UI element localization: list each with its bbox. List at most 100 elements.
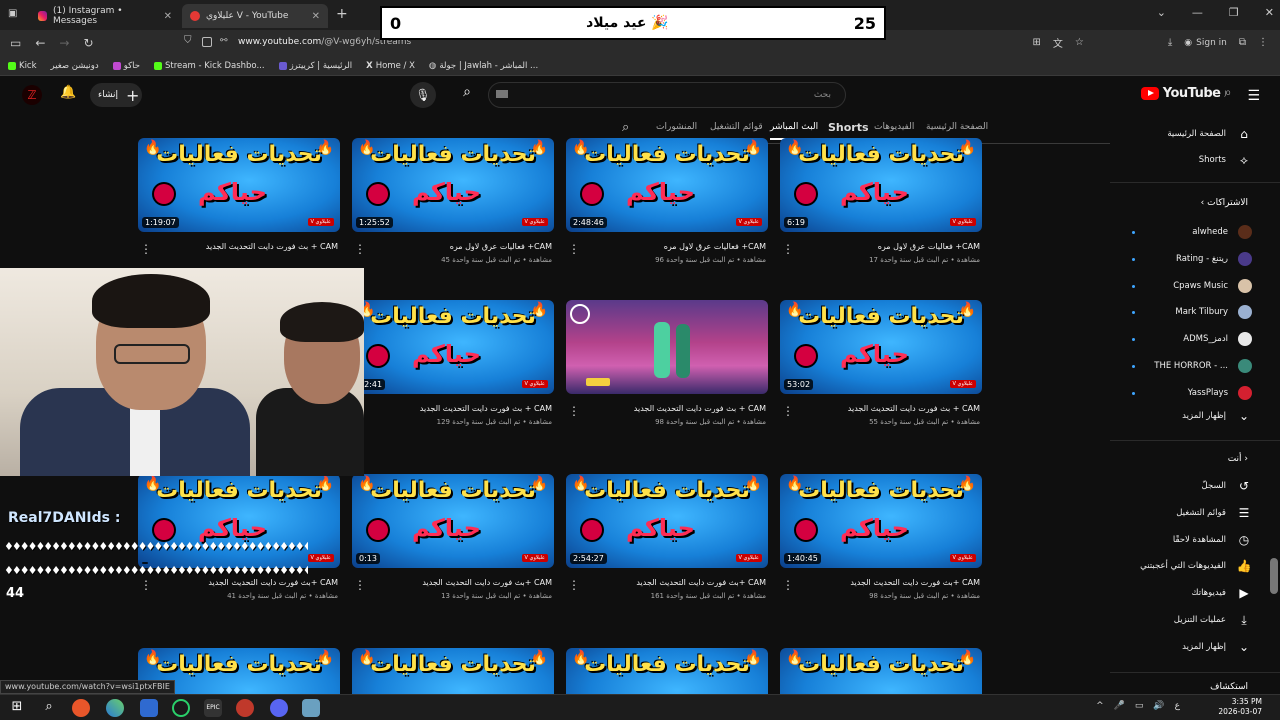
video-title[interactable]: بث فورت دايت التحديث الجديد+ CAM — [566, 578, 768, 587]
video-title[interactable]: بث فورت دايت التحديث الجديد + CAM — [138, 242, 340, 251]
video-card[interactable]: 🔥 🔥 تحديات فعاليات حياكم V عليلاوي 6:19 فعاليا… — [780, 138, 982, 264]
bookmark-kick[interactable]: Kick — [8, 61, 37, 71]
sidebar-you-item[interactable]: عمليات التنزيل ⤓ — [1174, 608, 1252, 632]
you-header[interactable]: أنت › — [1228, 454, 1248, 464]
notepad-icon[interactable] — [302, 699, 320, 717]
bookmark-x[interactable]: X Home / X — [366, 61, 415, 71]
translate-icon[interactable]: 文 — [1053, 35, 1063, 50]
video-title[interactable]: بث فورت دايت التحديث الجديد+ CAM — [352, 578, 554, 587]
back-icon[interactable]: ← — [35, 36, 45, 50]
search-icon[interactable]: ⌕ — [40, 699, 58, 717]
tab-playlists[interactable]: قوائم التشغيل — [710, 122, 763, 132]
sidebar-toggle-icon[interactable]: ▭ — [10, 36, 21, 50]
video-card[interactable]: 🔥 🔥 تحديات فعاليات حياكم V عليلاوي 0:13 بث فور… — [352, 474, 554, 600]
channel-avatar[interactable]: ℤ — [22, 85, 42, 105]
video-card[interactable]: 🔥 🔥 تحديات فعاليات حياكم V عليلاوي 1:19:07 بث … — [138, 138, 340, 256]
video-title[interactable]: بث فورت دايت التحديث الجديد + CAM — [352, 404, 554, 413]
new-tab-button[interactable]: + — [336, 6, 348, 22]
video-title[interactable]: بث فورت دايت التحديث الجديد + CAM — [780, 404, 982, 413]
install-app-icon[interactable]: ⊞ — [1033, 37, 1041, 48]
tab-instagram[interactable]: (1) Instagram • Messages ✕ — [30, 4, 180, 28]
video-thumbnail[interactable]: 🔥 🔥 تحديات فعاليات حياكم V عليلاوي 2:54:27 — [566, 474, 768, 568]
more-actions-icon[interactable]: ⋮ — [568, 404, 580, 418]
sidebar-you-item[interactable]: الفيديوهات التي أعجبتني 👍 — [1140, 554, 1252, 578]
video-card[interactable]: بث فورت دايت التحديث الجديد + CAM 98 مشاه… — [566, 300, 768, 426]
permissions-icon[interactable]: ⚯ — [220, 36, 228, 46]
volume-icon[interactable]: 🔊 — [1153, 701, 1164, 711]
more-actions-icon[interactable]: ⋮ — [140, 578, 152, 592]
tab-shorts[interactable]: Shorts — [828, 121, 869, 134]
video-thumbnail[interactable]: 🔥 🔥 تحديات فعاليات حياكم V عليلاوي 6:19 — [780, 138, 982, 232]
bookmark-star-icon[interactable]: ☆ — [1075, 37, 1084, 48]
more-actions-icon[interactable]: ⋮ — [568, 242, 580, 256]
channel-search-icon[interactable]: ⌕ — [622, 120, 629, 135]
create-button[interactable]: إنشاء + — [90, 83, 142, 107]
video-card[interactable]: 🔥 🔥 تحديات فعاليات حياكم V عليلاوي 2:48:46 فعا… — [566, 138, 768, 264]
subscriptions-show-more[interactable]: إظهار المزيد ⌄ — [1182, 404, 1252, 428]
video-thumbnail[interactable]: 🔥 🔥 تحديات فعاليات حياكم V عليلاوي 22:41 — [352, 300, 554, 394]
close-tab-icon[interactable]: ✕ — [312, 11, 320, 22]
edge-icon[interactable] — [106, 699, 124, 717]
site-info-icon[interactable]: ⛉ — [184, 35, 192, 46]
video-thumbnail[interactable]: 🔥 🔥 تحديات فعاليات حياكم V عليلاوي 1:19:07 — [138, 138, 340, 232]
sidebar-subscription-item[interactable]: ADMS_ادمز — [1183, 327, 1252, 351]
store-icon[interactable] — [140, 699, 158, 717]
page-scrollbar[interactable] — [1270, 558, 1278, 594]
lock-icon[interactable] — [202, 37, 212, 47]
sidebar-item-shorts[interactable]: Shorts ⟡ — [1199, 148, 1252, 172]
more-actions-icon[interactable]: ⋮ — [782, 578, 794, 592]
tab-list-icon[interactable]: ▣ — [8, 8, 17, 19]
youtube-logo[interactable]: YouTube JO — [1140, 86, 1230, 101]
hamburger-menu-icon[interactable]: ☰ — [1247, 88, 1260, 104]
bell-icon[interactable]: 🔔 — [60, 85, 76, 100]
more-actions-icon[interactable]: ⋮ — [568, 578, 580, 592]
more-actions-icon[interactable]: ⋮ — [354, 578, 366, 592]
firefox-icon[interactable] — [72, 699, 90, 717]
more-actions-icon[interactable]: ⋮ — [782, 404, 794, 418]
epic-games-icon[interactable]: EPIC — [204, 699, 222, 717]
sidebar-subscription-item[interactable]: YassPlays — [1188, 381, 1252, 405]
obs-icon[interactable] — [236, 699, 254, 717]
sidebar-subscription-item[interactable]: alwhede — [1192, 220, 1252, 244]
bookmark-kick-dashboard[interactable]: Stream - Kick Dashbo... — [153, 61, 265, 71]
video-thumbnail[interactable]: 🔥 🔥 تحديات فعاليات حياكم V عليلاوي 53:02 — [780, 300, 982, 394]
video-thumbnail[interactable]: 🔥 🔥 تحديات فعاليات حياكم V عليلاوي 1:25:52 — [352, 138, 554, 232]
video-thumbnail[interactable] — [566, 300, 768, 394]
bookmark-creators[interactable]: الرئيسية | كرييترز — [278, 61, 352, 71]
video-card[interactable]: 🔥 🔥 تحديات فعاليات حياكم V عليلاوي 22:41 بث فو… — [352, 300, 554, 426]
tab-home[interactable]: الصفحة الرئيسية — [926, 122, 988, 132]
video-title[interactable]: فعاليات عرق لاول مره +CAM — [352, 242, 554, 251]
sidebar-subscription-item[interactable]: THE HORROR - ... — [1154, 354, 1252, 378]
reload-icon[interactable]: ↻ — [83, 36, 93, 50]
xbox-icon[interactable] — [172, 699, 190, 717]
sidebar-you-item[interactable]: السجلّ ↺ — [1202, 474, 1252, 498]
mic-tray-icon[interactable]: 🎤 — [1114, 701, 1125, 711]
sidebar-you-item[interactable]: قوائم التشغيل ☰ — [1176, 501, 1252, 525]
video-title[interactable]: فعاليات عرق لاول مره +CAM — [780, 242, 982, 251]
language-indicator[interactable]: ع — [1175, 701, 1180, 711]
video-card[interactable]: 🔥 🔥 تحديات فعاليات حياكم V عليلاوي بث فورت دا… — [138, 474, 340, 600]
sidebar-subscription-item[interactable]: Mark Tilbury — [1175, 300, 1252, 324]
video-title[interactable]: فعاليات عرق لاول مره +CAM — [566, 242, 768, 251]
sidebar-subscription-item[interactable]: Cpaws Music — [1173, 274, 1252, 298]
tab-posts[interactable]: المنشورات — [656, 122, 697, 132]
battery-icon[interactable]: ▭ — [1135, 701, 1144, 711]
discord-icon[interactable] — [270, 699, 288, 717]
more-actions-icon[interactable]: ⋮ — [354, 242, 366, 256]
sidebar-item-home[interactable]: الصفحة الرئيسية ⌂ — [1167, 122, 1252, 146]
download-icon[interactable]: ⤓ — [1168, 37, 1172, 48]
menu-icon[interactable]: ⋮ — [1258, 37, 1268, 48]
video-title[interactable]: بث فورت دايت التحديث الجديد+ CAM — [138, 578, 340, 587]
you-show-more[interactable]: إظهار المزيد ⌄ — [1182, 635, 1252, 659]
video-title[interactable]: بث فورت دايت التحديث الجديد+ CAM — [780, 578, 982, 587]
forward-icon[interactable]: → — [59, 36, 69, 50]
bookmark-jawlah[interactable]: ◍ جولة | Jawlah - المباشر ... — [429, 61, 538, 71]
video-thumbnail[interactable]: 🔥 🔥 تحديات فعاليات حياكم V عليلاوي 0:13 — [352, 474, 554, 568]
more-actions-icon[interactable]: ⋮ — [782, 242, 794, 256]
close-window-button[interactable]: ✕ — [1265, 6, 1274, 19]
search-icon[interactable]: ⌕ — [452, 84, 482, 106]
close-tab-icon[interactable]: ✕ — [164, 11, 172, 22]
restore-button[interactable]: ❐ — [1229, 6, 1239, 19]
video-card[interactable]: 🔥 🔥 تحديات فعاليات حياكم V عليلاوي 53:02 بث فو… — [780, 300, 982, 426]
sign-in-button[interactable]: ◉ Sign in — [1184, 38, 1227, 48]
